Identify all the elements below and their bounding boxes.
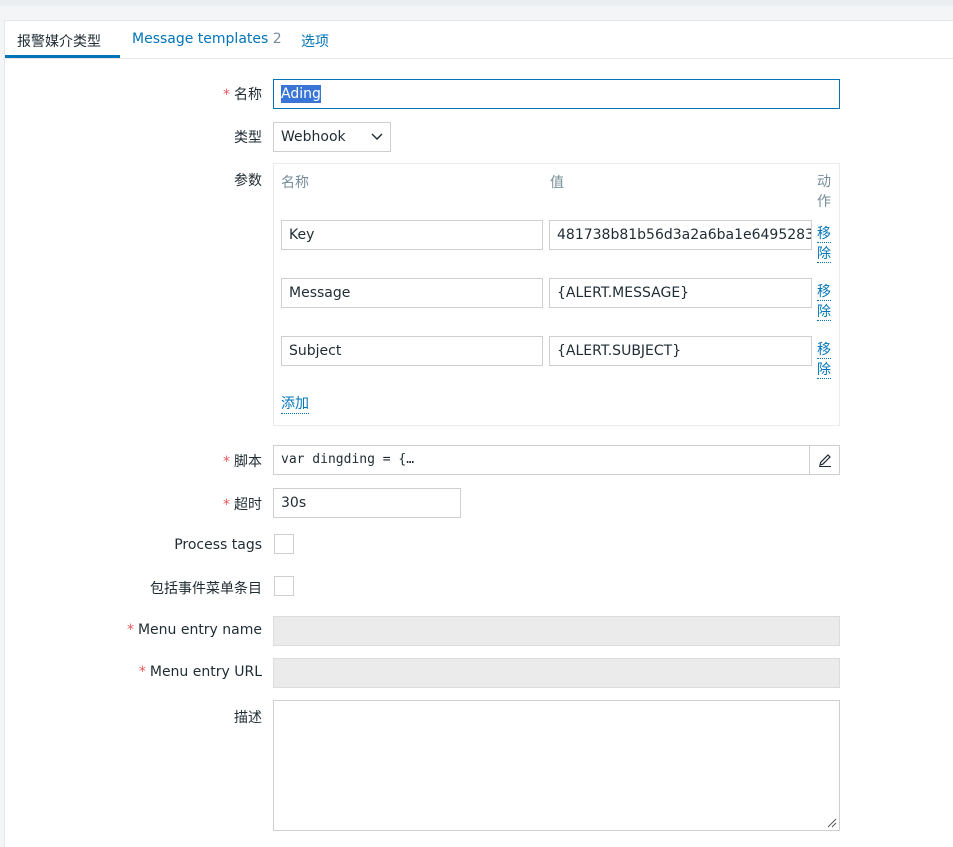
name-label: * 名称 [223, 87, 262, 103]
params-table: 名称 值 动作 Key 481738b81b56d3a2a6ba1e649528… [273, 163, 840, 426]
type-select-value: Webhook [281, 129, 346, 145]
timeout-label: * 超时 [223, 497, 262, 513]
include-menu-checkbox[interactable] [274, 576, 294, 596]
param-name-input[interactable]: Message [281, 278, 543, 308]
timeout-input[interactable]: 30s [273, 488, 461, 518]
timeout-input-value: 30s [281, 495, 307, 511]
params-label: 参数 [234, 173, 262, 189]
type-select[interactable]: Webhook [273, 122, 391, 152]
top-strip [0, 0, 953, 6]
script-label: * 脚本 [223, 454, 262, 470]
tab-message-templates-label: Message templates [132, 31, 269, 47]
param-remove-link[interactable]: 移除 [817, 282, 833, 322]
param-remove-link[interactable]: 移除 [817, 340, 833, 380]
tab-options-label: 选项 [301, 34, 329, 50]
menu-entry-name-label: * Menu entry name [126, 622, 262, 638]
tab-message-templates-count: 2 [272, 31, 282, 47]
process-tags-checkbox[interactable] [274, 534, 294, 554]
param-value-input[interactable]: {ALERT.SUBJECT} [549, 336, 812, 366]
param-value-input[interactable]: {ALERT.MESSAGE} [549, 278, 812, 308]
menu-entry-url-input[interactable] [273, 658, 840, 688]
params-col-value: 值 [550, 175, 564, 191]
menu-entry-url-label: * Menu entry URL [138, 664, 262, 680]
type-label: 类型 [234, 130, 262, 146]
params-col-action: 动作 [817, 174, 831, 210]
add-param-link[interactable]: 添加 [281, 395, 309, 414]
include-menu-label: 包括事件菜单条目 [150, 581, 262, 597]
param-value-input[interactable]: 481738b81b56d3a2a6ba1e6495283c [549, 220, 812, 250]
edit-script-button[interactable] [809, 446, 839, 474]
name-input[interactable]: Ading [273, 79, 840, 109]
script-input-value: var dingding = {… [281, 452, 415, 467]
param-name-input[interactable]: Subject [281, 336, 543, 366]
param-name-input[interactable]: Key [281, 220, 543, 250]
resize-handle-icon[interactable] [827, 818, 837, 828]
chevron-down-icon [371, 133, 383, 140]
pencil-icon [818, 454, 831, 467]
required-marker: * [223, 87, 230, 103]
tab-options[interactable]: 选项 [301, 31, 329, 51]
menu-entry-name-input[interactable] [273, 616, 840, 646]
script-input[interactable]: var dingding = {… [273, 445, 840, 475]
process-tags-label: Process tags [174, 537, 262, 553]
name-input-value: Ading [281, 85, 321, 103]
media-type-form-panel: 报警媒介类型 Message templates 2 选项 * 名称 Ading … [4, 20, 953, 847]
params-col-name: 名称 [281, 175, 309, 191]
tab-message-templates[interactable]: Message templates 2 [132, 31, 282, 47]
param-remove-link[interactable]: 移除 [817, 224, 833, 264]
tab-media-type[interactable]: 报警媒介类型 [17, 31, 101, 51]
active-tab-indicator [5, 55, 120, 58]
description-label: 描述 [234, 710, 262, 726]
tab-bar: 报警媒介类型 Message templates 2 选项 [5, 21, 953, 59]
tab-media-type-label: 报警媒介类型 [17, 34, 101, 50]
description-textarea[interactable] [273, 700, 840, 831]
